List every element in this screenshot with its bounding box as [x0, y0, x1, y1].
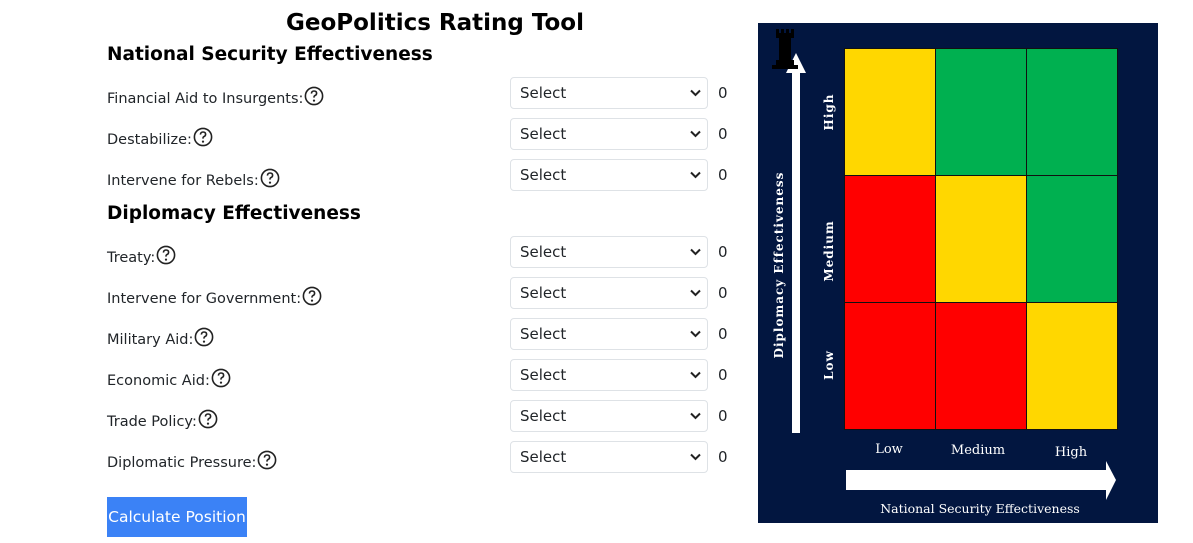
- row-label: Diplomatic Pressure:: [107, 455, 257, 471]
- help-icon[interactable]: [302, 286, 322, 306]
- row-score: 0: [718, 448, 728, 466]
- help-icon[interactable]: [193, 127, 213, 147]
- row-intervene-government: Intervene for Government: Select 0: [107, 277, 732, 311]
- row-financial-aid: Financial Aid to Insurgents: Select 0: [107, 77, 732, 111]
- chevron-down-icon: [690, 89, 701, 97]
- help-icon[interactable]: [211, 368, 231, 388]
- row-score: 0: [718, 325, 728, 343]
- chevron-down-icon: [690, 453, 701, 461]
- row-score: 0: [718, 407, 728, 425]
- help-icon[interactable]: [260, 168, 280, 188]
- matrix-cell-yellow: [844, 48, 936, 176]
- matrix-cell-red: [844, 302, 936, 430]
- row-score: 0: [718, 125, 728, 143]
- financial-aid-select[interactable]: Select: [510, 77, 708, 109]
- row-destabilize: Destabilize: Select 0: [107, 118, 732, 152]
- chevron-down-icon: [690, 248, 701, 256]
- help-icon[interactable]: [194, 327, 214, 347]
- row-score: 0: [718, 366, 728, 384]
- intervene-rebels-select[interactable]: Select: [510, 159, 708, 191]
- matrix-cell-green: [1026, 175, 1118, 303]
- y-level-label: Low: [822, 350, 836, 380]
- chevron-down-icon: [690, 371, 701, 379]
- row-diplomatic-pressure: Diplomatic Pressure: Select 0: [107, 441, 732, 475]
- row-intervene-rebels: Intervene for Rebels: Select 0: [107, 159, 732, 193]
- x-axis-arrow-head: [1106, 461, 1116, 500]
- treaty-select[interactable]: Select: [510, 236, 708, 268]
- row-trade-policy: Trade Policy: Select 0: [107, 400, 732, 434]
- military-aid-select[interactable]: Select: [510, 318, 708, 350]
- matrix-cell-red: [844, 175, 936, 303]
- economic-aid-select[interactable]: Select: [510, 359, 708, 391]
- y-level-label: Medium: [822, 220, 836, 281]
- help-icon[interactable]: [198, 409, 218, 429]
- help-icon[interactable]: [156, 245, 176, 265]
- matrix-cell-yellow: [935, 175, 1027, 303]
- chevron-down-icon: [690, 412, 701, 420]
- matrix-cell-green: [1026, 48, 1118, 176]
- row-score: 0: [718, 84, 728, 102]
- chevron-down-icon: [690, 330, 701, 338]
- row-score: 0: [718, 243, 728, 261]
- x-level-label: Medium: [951, 443, 1005, 458]
- trade-policy-select[interactable]: Select: [510, 400, 708, 432]
- chevron-down-icon: [690, 130, 701, 138]
- y-axis-arrow-shaft: [792, 68, 800, 433]
- chevron-down-icon: [690, 171, 701, 179]
- row-score: 0: [718, 284, 728, 302]
- row-economic-aid: Economic Aid: Select 0: [107, 359, 732, 393]
- x-axis-title: National Security Effectiveness: [880, 501, 1080, 516]
- row-label: Economic Aid:: [107, 373, 210, 389]
- matrix-cell-yellow: [1026, 302, 1118, 430]
- row-label: Military Aid:: [107, 332, 194, 348]
- row-label: Intervene for Rebels:: [107, 173, 259, 189]
- calculate-position-button[interactable]: Calculate Position: [107, 497, 247, 537]
- row-label: Intervene for Government:: [107, 291, 302, 307]
- row-treaty: Treaty: Select 0: [107, 236, 732, 270]
- page-title: GeoPolitics Rating Tool: [286, 10, 584, 36]
- x-level-label: High: [1055, 445, 1088, 460]
- matrix-cell-green: [935, 48, 1027, 176]
- help-icon[interactable]: [257, 450, 277, 470]
- matrix-cell-red: [935, 302, 1027, 430]
- row-label: Treaty:: [107, 250, 156, 266]
- y-level-label: High: [822, 93, 836, 130]
- rating-matrix-panel: Diplomacy Effectiveness National Securit…: [758, 23, 1158, 523]
- row-military-aid: Military Aid: Select 0: [107, 318, 732, 352]
- row-label: Financial Aid to Insurgents:: [107, 91, 304, 107]
- x-axis-arrow-shaft: [846, 470, 1108, 490]
- x-level-label: Low: [875, 442, 903, 457]
- row-label: Destabilize:: [107, 132, 192, 148]
- destabilize-select[interactable]: Select: [510, 118, 708, 150]
- row-label: Trade Policy:: [107, 414, 197, 430]
- help-icon[interactable]: [304, 86, 324, 106]
- section-title-national-security: National Security Effectiveness: [107, 44, 433, 65]
- intervene-government-select[interactable]: Select: [510, 277, 708, 309]
- row-score: 0: [718, 166, 728, 184]
- chevron-down-icon: [690, 289, 701, 297]
- diplomatic-pressure-select[interactable]: Select: [510, 441, 708, 473]
- y-axis-title: Diplomacy Effectiveness: [772, 172, 786, 359]
- section-title-diplomacy: Diplomacy Effectiveness: [107, 203, 361, 224]
